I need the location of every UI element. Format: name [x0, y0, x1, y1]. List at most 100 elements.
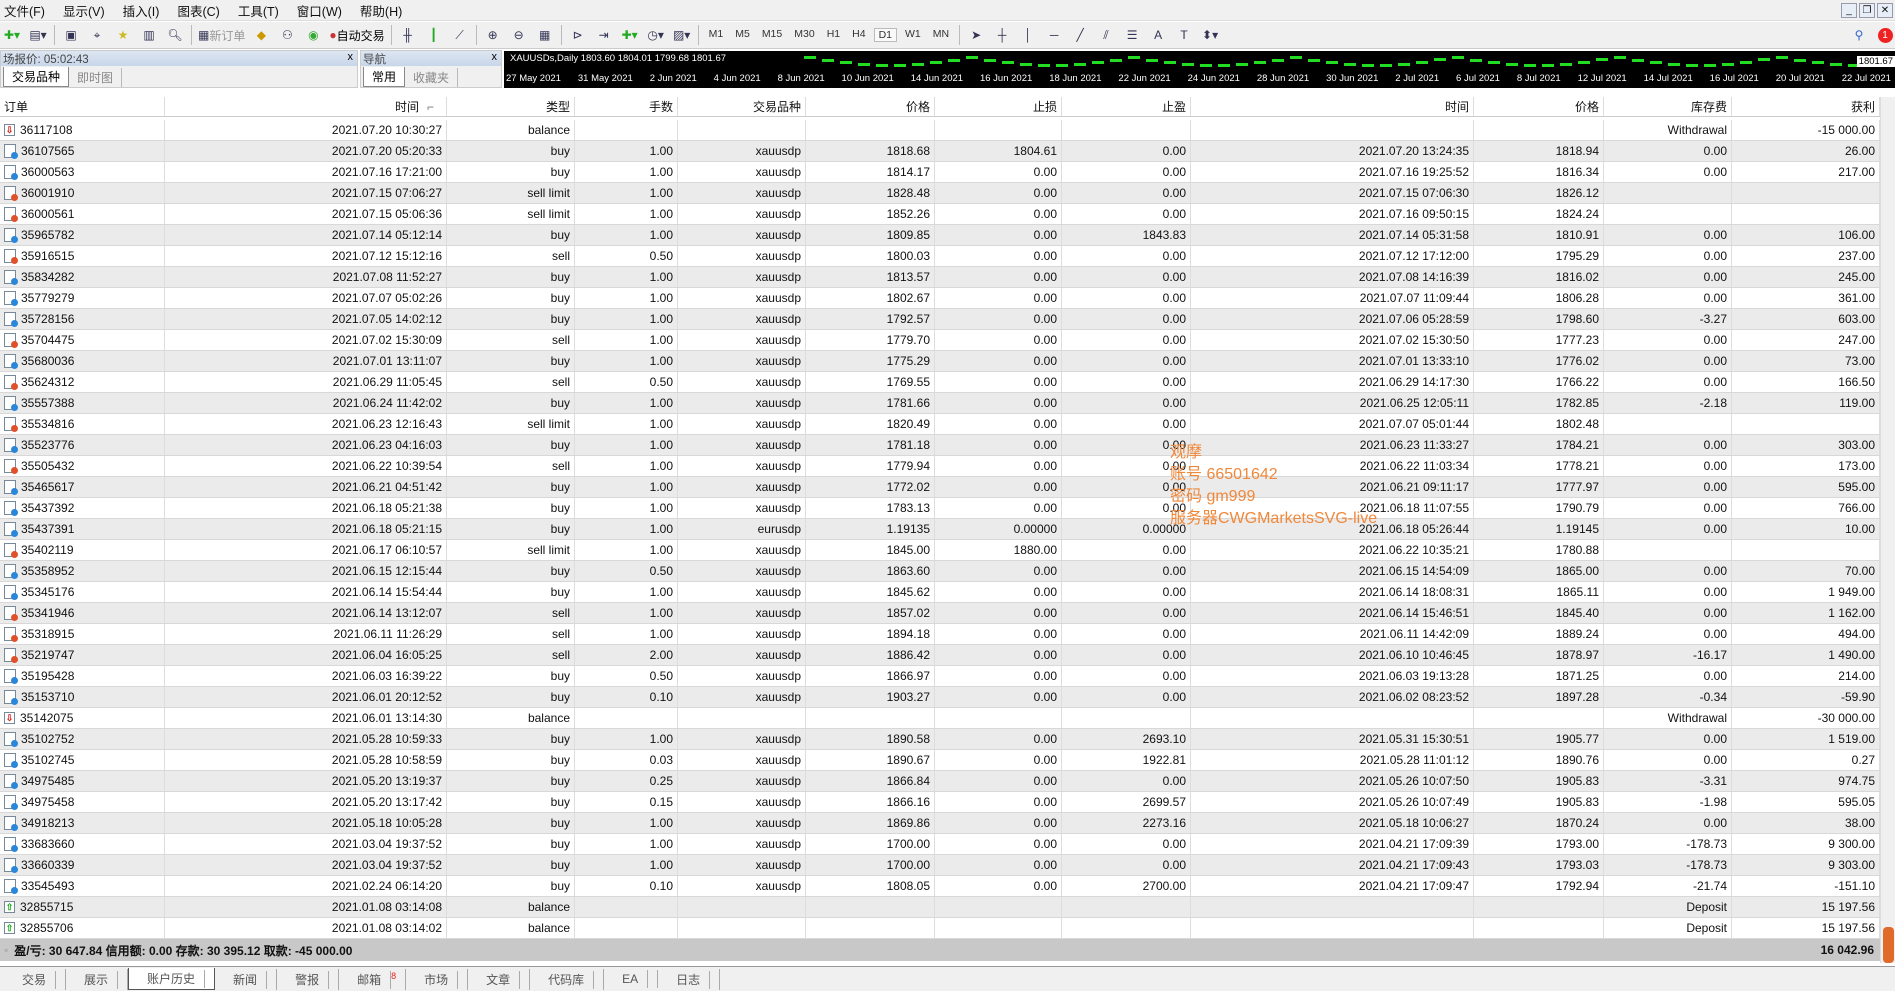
table-row[interactable]: 35318915 2021.06.11 11:26:29 sell 1.00 xauus… [0, 624, 1880, 645]
vertical-scrollbar[interactable] [1880, 97, 1895, 963]
column-header-lots[interactable]: 手数 [575, 97, 678, 116]
data-window-icon[interactable]: ⌖ [87, 25, 107, 45]
price-chart[interactable]: XAUUSDs,Daily 1803.60 1804.01 1799.68 18… [504, 51, 1895, 88]
table-row[interactable]: 34918213 2021.05.18 10:05:28 buy 1.00 xauusd… [0, 813, 1880, 834]
zoom-in-icon[interactable]: ⊕ [483, 25, 503, 45]
table-row[interactable]: 35153710 2021.06.01 20:12:52 buy 0.10 xauusd… [0, 687, 1880, 708]
close-button[interactable]: ✕ [1877, 3, 1893, 18]
table-row[interactable]: 35195428 2021.06.03 16:39:22 buy 0.50 xauusd… [0, 666, 1880, 687]
tab-common[interactable]: 常用 [363, 67, 406, 87]
tab-2[interactable]: 账户历史 [128, 968, 216, 990]
timeframe-h1[interactable]: H1 [823, 28, 844, 42]
column-header-symbol[interactable]: 交易品种 [678, 97, 806, 116]
column-header-order[interactable]: 订单 [0, 97, 165, 116]
signals-icon[interactable]: ⚇ [277, 25, 297, 45]
fibonacci-icon[interactable]: ☰ [1122, 25, 1142, 45]
table-row[interactable]: 35728156 2021.07.05 14:02:12 buy 1.00 xauusd… [0, 309, 1880, 330]
table-row[interactable]: 35402119 2021.06.17 06:10:57 sell limit 1.0… [0, 540, 1880, 561]
column-header-close-time[interactable]: 时间 [1191, 97, 1474, 116]
table-row[interactable]: 35102752 2021.05.28 10:59:33 buy 1.00 xauusd… [0, 729, 1880, 750]
tab-3[interactable]: 新闻 [215, 968, 278, 990]
table-row[interactable]: 35965782 2021.07.14 05:12:14 buy 1.00 xauusd… [0, 225, 1880, 246]
tab-7[interactable]: 文章 [468, 968, 531, 990]
auto-trading-button[interactable]: ● 自动交易 [329, 25, 384, 45]
bar-chart-icon[interactable]: ╫ [398, 25, 418, 45]
table-row[interactable]: 36000563 2021.07.16 17:21:00 buy 1.00 xauusd… [0, 162, 1880, 183]
table-row[interactable]: ⇩ 35142075 2021.06.01 13:14:30 balance Withd… [0, 708, 1880, 729]
table-row[interactable]: 36000561 2021.07.15 05:06:36 sell limit 1.0… [0, 204, 1880, 225]
menu-item[interactable]: 帮助(H) [360, 1, 402, 20]
chart-shift-icon[interactable]: ⇥ [594, 25, 614, 45]
column-header-open-time[interactable]: 时间 ⌐ [165, 97, 447, 116]
table-row[interactable]: 35534816 2021.06.23 12:16:43 sell limit 1.0… [0, 414, 1880, 435]
table-row[interactable]: 33545493 2021.02.24 06:14:20 buy 0.10 xauusd… [0, 876, 1880, 897]
timeframe-d1[interactable]: D1 [873, 28, 897, 42]
periods-icon[interactable]: ◷▾ [646, 25, 666, 45]
column-header-take-profit[interactable]: 止盈 [1062, 97, 1191, 116]
scrollbar-thumb[interactable] [1883, 927, 1894, 963]
table-row[interactable]: 35341946 2021.06.14 13:12:07 sell 1.00 xauus… [0, 603, 1880, 624]
vertical-line-icon[interactable]: │ [1018, 25, 1038, 45]
table-row[interactable]: 36107565 2021.07.20 05:20:33 buy 1.00 xauusd… [0, 141, 1880, 162]
table-row[interactable]: 36001910 2021.07.15 07:06:27 sell limit 1.0… [0, 183, 1880, 204]
tab-9[interactable]: EA [604, 970, 659, 988]
table-row[interactable]: ⇧ 32855706 2021.01.08 03:14:02 balance Depos… [0, 918, 1880, 939]
trendline-icon[interactable]: ╱ [1070, 25, 1090, 45]
new-chart-icon[interactable]: ✚▾ [2, 25, 22, 45]
timeframe-w1[interactable]: W1 [901, 28, 925, 42]
new-order-button[interactable]: ▦ 新订单 [198, 25, 245, 45]
arrows-icon[interactable]: ⬍▾ [1200, 25, 1220, 45]
timeframe-m30[interactable]: M30 [790, 28, 818, 42]
table-row[interactable]: 35219747 2021.06.04 16:05:25 sell 2.00 xauus… [0, 645, 1880, 666]
tile-windows-icon[interactable]: ▦ [535, 25, 555, 45]
timeframe-m5[interactable]: M5 [731, 28, 754, 42]
timeframe-mn[interactable]: MN [929, 28, 953, 42]
auto-scroll-icon[interactable]: ⊳ [568, 25, 588, 45]
tab-4[interactable]: 警报 [277, 968, 340, 990]
column-header-close-price[interactable]: 价格 [1474, 97, 1604, 116]
table-row[interactable]: 35916515 2021.07.12 15:12:16 sell 0.50 xauus… [0, 246, 1880, 267]
table-row[interactable]: 35557388 2021.06.24 11:42:02 buy 1.00 xauusd… [0, 393, 1880, 414]
zoom-out-icon[interactable]: ⊖ [509, 25, 529, 45]
timeframe-h4[interactable]: H4 [848, 28, 869, 42]
column-header-profit[interactable]: 获利 [1732, 97, 1880, 116]
timeframe-m1[interactable]: M1 [705, 28, 728, 42]
table-row[interactable]: 35345176 2021.06.14 15:54:44 buy 1.00 xauusd… [0, 582, 1880, 603]
column-header-open-price[interactable]: 价格 [806, 97, 935, 116]
tester-icon[interactable]: 🔍︎ [165, 25, 185, 45]
line-chart-icon[interactable]: ⟋ [450, 25, 470, 45]
menu-item[interactable]: 图表(C) [177, 1, 219, 20]
terminal-icon[interactable]: ▥ [139, 25, 159, 45]
menu-item[interactable]: 文件(F) [4, 1, 45, 20]
tab-1[interactable]: 展示 [66, 968, 129, 990]
table-row[interactable]: ⇧ 32855715 2021.01.08 03:14:08 balance Depos… [0, 897, 1880, 918]
table-row[interactable]: 35465617 2021.06.21 04:51:42 buy 1.00 xauusd… [0, 477, 1880, 498]
timeframe-m15[interactable]: M15 [758, 28, 786, 42]
table-row[interactable]: 35704475 2021.07.02 15:30:09 sell 1.00 xauus… [0, 330, 1880, 351]
menu-item[interactable]: 窗口(W) [297, 1, 342, 20]
minimize-button[interactable]: _ [1841, 3, 1857, 18]
tab-favorites[interactable]: 收藏夹 [405, 67, 459, 87]
table-row[interactable]: 34975485 2021.05.20 13:19:37 buy 0.25 xauusd… [0, 771, 1880, 792]
search-icon[interactable]: ⚲ [1849, 25, 1869, 45]
tab-symbols[interactable]: 交易品种 [3, 67, 70, 87]
equidistant-channel-icon[interactable]: ⫽ [1096, 25, 1116, 45]
menu-item[interactable]: 显示(V) [63, 1, 105, 20]
table-row[interactable]: 35523776 2021.06.23 04:16:03 buy 1.00 xauusd… [0, 435, 1880, 456]
text-label-icon[interactable]: T [1174, 25, 1194, 45]
templates-icon[interactable]: ▨▾ [672, 25, 692, 45]
table-row[interactable]: 35437391 2021.06.18 05:21:15 buy 1.00 eurusd… [0, 519, 1880, 540]
column-header-type[interactable]: 类型 [447, 97, 575, 116]
horizontal-line-icon[interactable]: ─ [1044, 25, 1064, 45]
crosshair-icon[interactable]: ┼ [992, 25, 1012, 45]
notifications-icon[interactable]: 1 [1875, 25, 1895, 45]
tab-0[interactable]: 交易 [4, 968, 67, 990]
table-row[interactable]: ⇩ 36117108 2021.07.20 10:30:27 balance Withd… [0, 120, 1880, 141]
table-row[interactable]: 35624312 2021.06.29 11:05:45 sell 0.50 xauus… [0, 372, 1880, 393]
table-row[interactable]: 35779279 2021.07.07 05:02:26 buy 1.00 xauusd… [0, 288, 1880, 309]
table-row[interactable]: 35834282 2021.07.08 11:52:27 buy 1.00 xauusd… [0, 267, 1880, 288]
close-icon[interactable]: x [492, 51, 498, 63]
tab-6[interactable]: 市场 [406, 968, 469, 990]
navigator-icon[interactable]: ★ [113, 25, 133, 45]
table-row[interactable]: 35680036 2021.07.01 13:11:07 buy 1.00 xauusd… [0, 351, 1880, 372]
